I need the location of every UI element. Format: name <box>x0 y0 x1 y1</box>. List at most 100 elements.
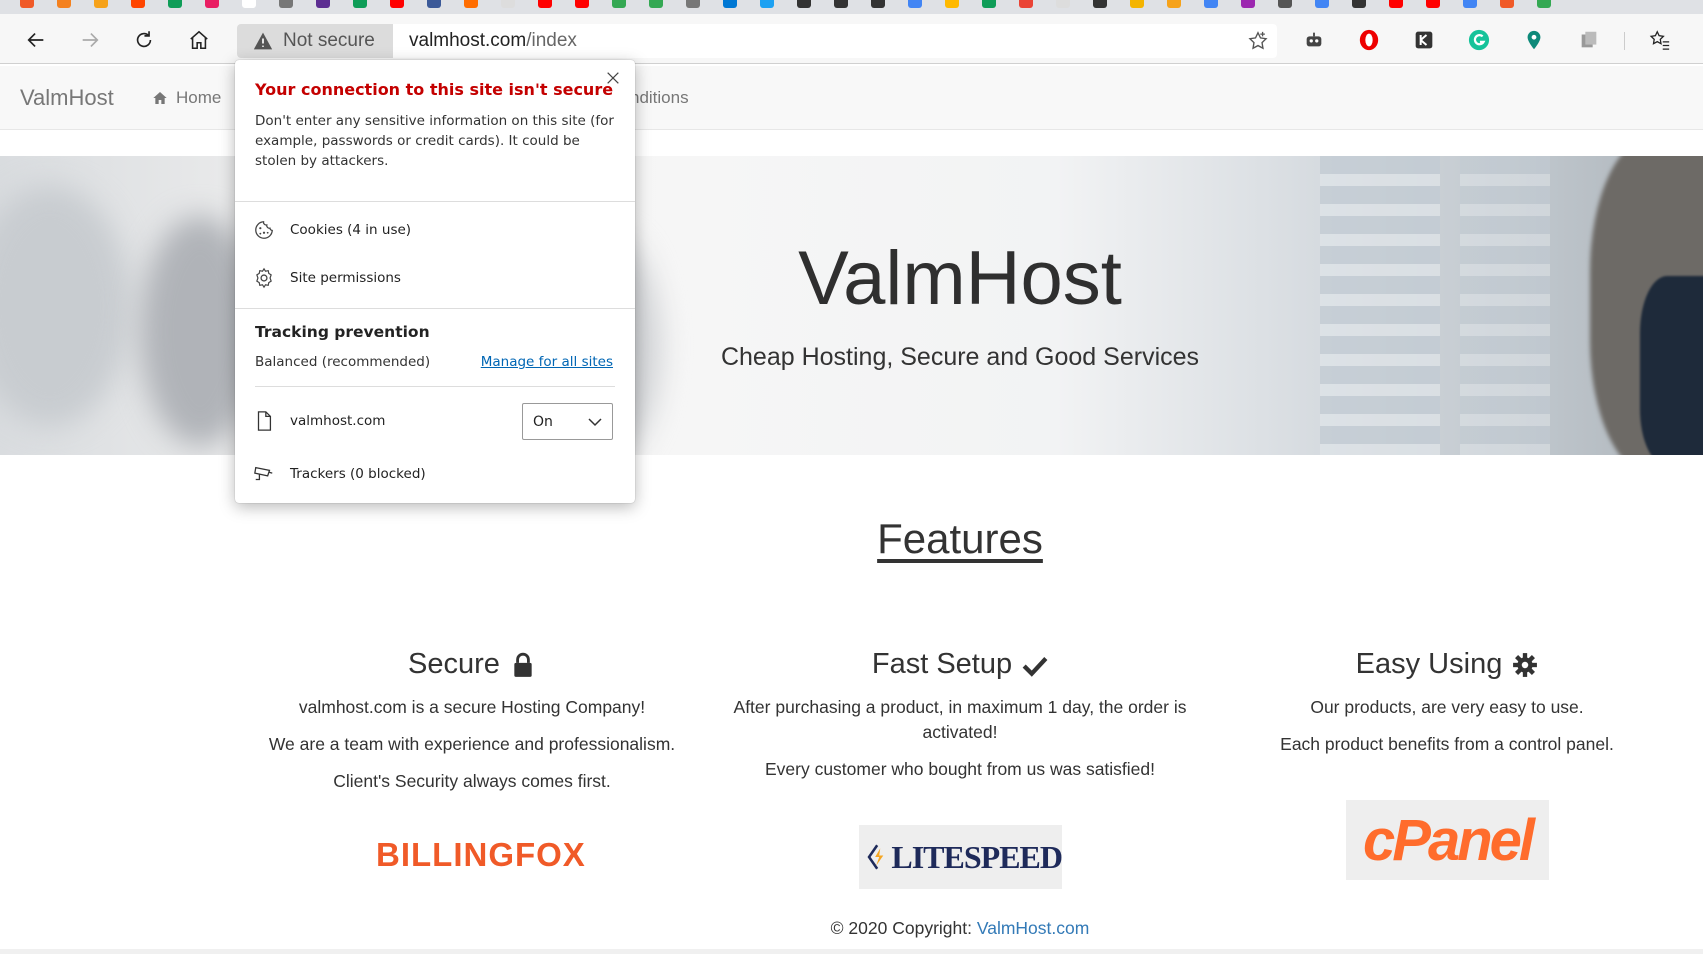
tab-favicon[interactable] <box>205 0 219 8</box>
tab-favicon[interactable] <box>353 0 367 8</box>
tracking-heading: Tracking prevention <box>255 323 430 341</box>
tab-favicon[interactable] <box>57 0 71 8</box>
tab-favicon[interactable] <box>871 0 885 8</box>
tab-favicon[interactable] <box>464 0 478 8</box>
tab-favicon[interactable] <box>797 0 811 8</box>
feature-title-text: Secure <box>408 648 500 680</box>
tab-favicon[interactable] <box>945 0 959 8</box>
map-pin-icon[interactable] <box>1522 28 1546 52</box>
tab-favicon[interactable] <box>20 0 34 8</box>
browser-toolbar: Not secure valmhost.com/index <box>0 14 1703 64</box>
site-brand[interactable]: ValmHost <box>20 85 114 111</box>
litespeed-logo-text: LITESPEED <box>891 838 1063 875</box>
tab-favicon[interactable] <box>1019 0 1033 8</box>
tab-favicon[interactable] <box>168 0 182 8</box>
tab-favicon[interactable] <box>649 0 663 8</box>
tab-favicon[interactable] <box>1426 0 1440 8</box>
tab-favicon[interactable] <box>982 0 996 8</box>
kaspersky-icon[interactable] <box>1412 28 1436 52</box>
nav-conditions-label: nditions <box>630 88 689 107</box>
popup-divider <box>235 308 635 309</box>
page-bottom-strip <box>0 949 1703 954</box>
tab-favicon[interactable] <box>1130 0 1144 8</box>
cookies-item[interactable]: Cookies (4 in use) <box>253 219 411 241</box>
tab-favicon[interactable] <box>427 0 441 8</box>
tab-favicon[interactable] <box>723 0 737 8</box>
tab-favicon[interactable] <box>612 0 626 8</box>
tab-strip[interactable] <box>0 0 1703 14</box>
tab-favicon[interactable] <box>1093 0 1107 8</box>
feature-line: Our products, are very easy to use. <box>1310 697 1584 717</box>
tab-favicon[interactable] <box>1278 0 1292 8</box>
billingfox-logo: BILLINGFOX <box>376 836 586 873</box>
litespeed-logo: LITESPEED <box>859 825 1063 889</box>
trackers-label: Trackers (0 blocked) <box>290 466 426 482</box>
favorite-star-icon[interactable] <box>1247 30 1269 52</box>
address-bar[interactable]: Not secure valmhost.com/index <box>237 24 1277 58</box>
nav-conditions-link[interactable]: nditions <box>630 88 689 108</box>
opera-icon[interactable] <box>1357 28 1381 52</box>
cookie-icon <box>255 221 273 239</box>
manage-all-sites-link[interactable]: Manage for all sites <box>481 354 613 370</box>
footer-text: © 2020 Copyright: <box>830 918 977 938</box>
tab-favicon[interactable] <box>1463 0 1477 8</box>
url-text[interactable]: valmhost.com/index <box>409 30 577 52</box>
home-button[interactable] <box>183 24 215 56</box>
feature-line: Every customer who bought from us was sa… <box>764 759 1156 779</box>
tracking-level: Balanced (recommended) <box>255 354 431 370</box>
tab-favicon[interactable] <box>538 0 552 8</box>
tab-favicon[interactable] <box>94 0 108 8</box>
tracking-toggle-select[interactable]: On <box>522 403 613 440</box>
tab-favicon[interactable] <box>501 0 515 8</box>
favorites-icon[interactable] <box>1648 28 1672 52</box>
site-name-label: valmhost.com <box>290 413 386 429</box>
feature-easy-using: Easy Using Our products, are very easy t… <box>1217 648 1677 769</box>
popup-divider <box>255 386 615 387</box>
tab-favicon[interactable] <box>131 0 145 8</box>
tab-favicon[interactable] <box>1241 0 1255 8</box>
refresh-button[interactable] <box>128 24 160 56</box>
tab-favicon[interactable] <box>1204 0 1218 8</box>
tab-favicon[interactable] <box>760 0 774 8</box>
refresh-icon <box>136 31 152 48</box>
tab-favicon[interactable] <box>316 0 330 8</box>
tab-favicon[interactable] <box>1352 0 1366 8</box>
feature-line: Each product benefits from a control pan… <box>1280 734 1614 754</box>
nav-home-link[interactable]: Home <box>152 88 221 108</box>
back-button[interactable] <box>20 24 52 56</box>
home-icon <box>190 30 208 50</box>
tab-favicon[interactable] <box>1167 0 1181 8</box>
tab-favicon[interactable] <box>686 0 700 8</box>
camera-tracker-icon <box>254 466 273 481</box>
tab-favicon[interactable] <box>1500 0 1514 8</box>
forward-button[interactable] <box>74 24 106 56</box>
grammarly-icon[interactable] <box>1467 28 1491 52</box>
tracking-toggle-value: On <box>533 413 553 430</box>
feature-secure: Secure valmhost.com is a secure Hosting … <box>242 648 702 806</box>
footer-link[interactable]: ValmHost.com <box>977 918 1089 938</box>
robot-icon[interactable] <box>1302 28 1326 52</box>
site-info-button[interactable]: Not secure <box>237 24 393 58</box>
checkmark-icon <box>1022 656 1048 677</box>
tab-favicon[interactable] <box>1315 0 1329 8</box>
nav-home-label: Home <box>176 88 222 107</box>
cookies-label: Cookies (4 in use) <box>290 222 412 238</box>
gear-icon <box>1513 652 1538 677</box>
home-icon <box>153 92 167 104</box>
tab-favicon[interactable] <box>1389 0 1403 8</box>
feature-line: Client's Security always comes first. <box>333 771 611 791</box>
tab-favicon[interactable] <box>279 0 293 8</box>
site-permissions-item[interactable]: Site permissions <box>253 267 401 289</box>
tab-favicon[interactable] <box>390 0 404 8</box>
tab-favicon[interactable] <box>242 0 256 8</box>
tab-favicon[interactable] <box>834 0 848 8</box>
tab-favicon[interactable] <box>1056 0 1070 8</box>
tab-favicon[interactable] <box>575 0 589 8</box>
feature-line: We are a team with experience and profes… <box>268 734 676 754</box>
feature-title-text: Fast Setup <box>871 648 1013 680</box>
trackers-item[interactable]: Trackers (0 blocked) <box>253 463 426 485</box>
chevron-down-icon <box>588 418 602 427</box>
stack-icon[interactable] <box>1577 28 1601 52</box>
tab-favicon[interactable] <box>908 0 922 8</box>
tab-favicon[interactable] <box>1537 0 1551 8</box>
